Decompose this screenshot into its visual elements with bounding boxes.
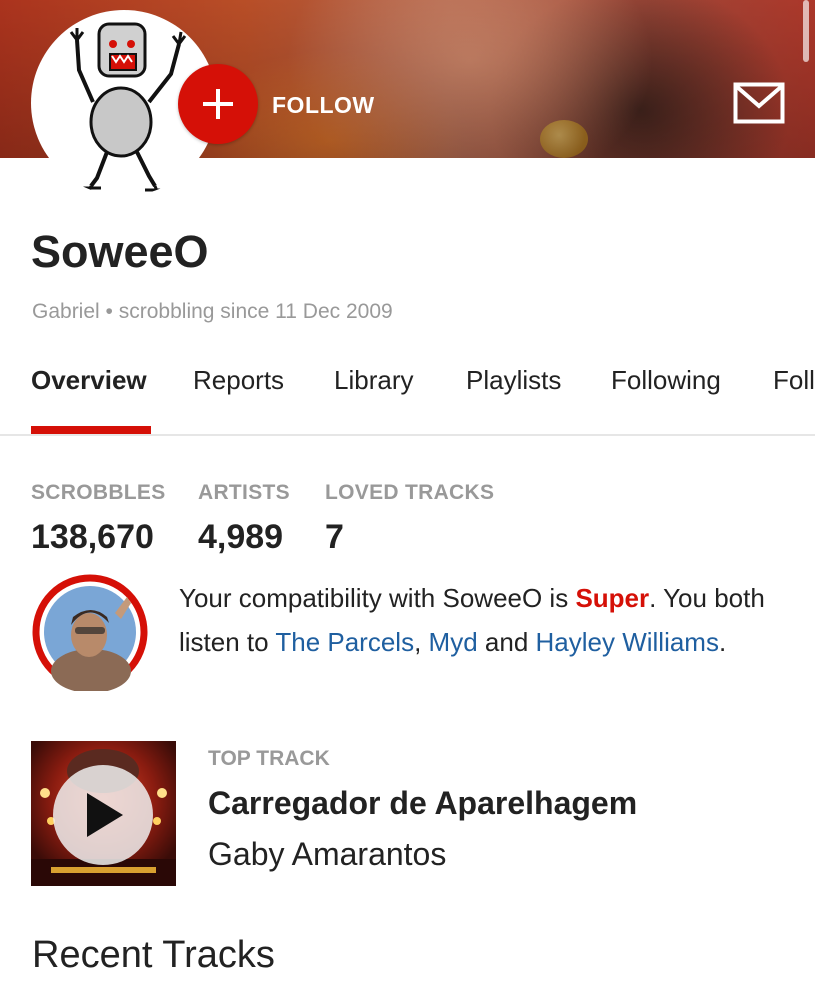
profile-tabs: Overview Reports Library Playlists Follo…	[0, 360, 815, 436]
tab-overview[interactable]: Overview	[31, 365, 147, 396]
shared-artist-link[interactable]: Myd	[429, 627, 478, 657]
play-icon	[87, 793, 123, 837]
profile-subline: Gabriel • scrobbling since 11 Dec 2009	[32, 300, 393, 324]
profile-username: SoweeO	[31, 226, 209, 277]
stat-artists-label: ARTISTS	[198, 481, 290, 504]
top-track-artist[interactable]: Gaby Amarantos	[208, 836, 446, 873]
top-track-name[interactable]: Carregador de Aparelhagem	[208, 785, 637, 822]
compatibility-suffix: .	[718, 627, 727, 657]
stat-scrobbles-label: SCROBBLES	[31, 481, 166, 504]
active-tab-indicator	[31, 426, 151, 434]
recent-tracks-heading: Recent Tracks	[32, 934, 275, 976]
top-track-cover[interactable]	[31, 741, 176, 886]
subline-separator: •	[105, 300, 113, 323]
compatibility-level: Super	[575, 583, 650, 613]
plus-icon	[203, 89, 233, 119]
compatibility-prefix: Your compatibility with SoweeO is	[179, 583, 576, 613]
profile-real-name: Gabriel	[32, 300, 100, 323]
stat-artists-value[interactable]: 4,989	[198, 518, 283, 557]
tab-reports[interactable]: Reports	[193, 365, 284, 396]
follow-label[interactable]: FOLLOW	[272, 92, 375, 119]
scrollbar[interactable]	[803, 0, 809, 62]
tab-following[interactable]: Following	[611, 365, 721, 396]
compatibility-separator: and	[477, 627, 536, 657]
compatibility-text: Your compatibility with SoweeO is Super.…	[179, 576, 779, 664]
scrobbling-since: scrobbling since 11 Dec 2009	[118, 300, 393, 323]
shared-artist-link[interactable]: Hayley Williams	[536, 627, 719, 657]
tab-library[interactable]: Library	[334, 365, 413, 396]
user-photo-icon	[32, 574, 148, 693]
stat-loved-tracks-value[interactable]: 7	[325, 518, 344, 557]
message-button[interactable]	[733, 82, 785, 124]
compatibility-separator: ,	[414, 627, 429, 657]
compatibility-avatar[interactable]	[31, 573, 149, 693]
stat-loved-tracks-label: LOVED TRACKS	[325, 481, 495, 504]
tab-playlists[interactable]: Playlists	[466, 365, 561, 396]
envelope-icon	[733, 82, 785, 124]
top-track-label: TOP TRACK	[208, 747, 330, 770]
tab-followers[interactable]: Foll	[773, 365, 815, 396]
play-button[interactable]	[53, 765, 153, 865]
shared-artist-link[interactable]: The Parcels	[275, 627, 414, 657]
stat-scrobbles-value[interactable]: 138,670	[31, 518, 154, 557]
follow-button[interactable]	[178, 64, 258, 144]
